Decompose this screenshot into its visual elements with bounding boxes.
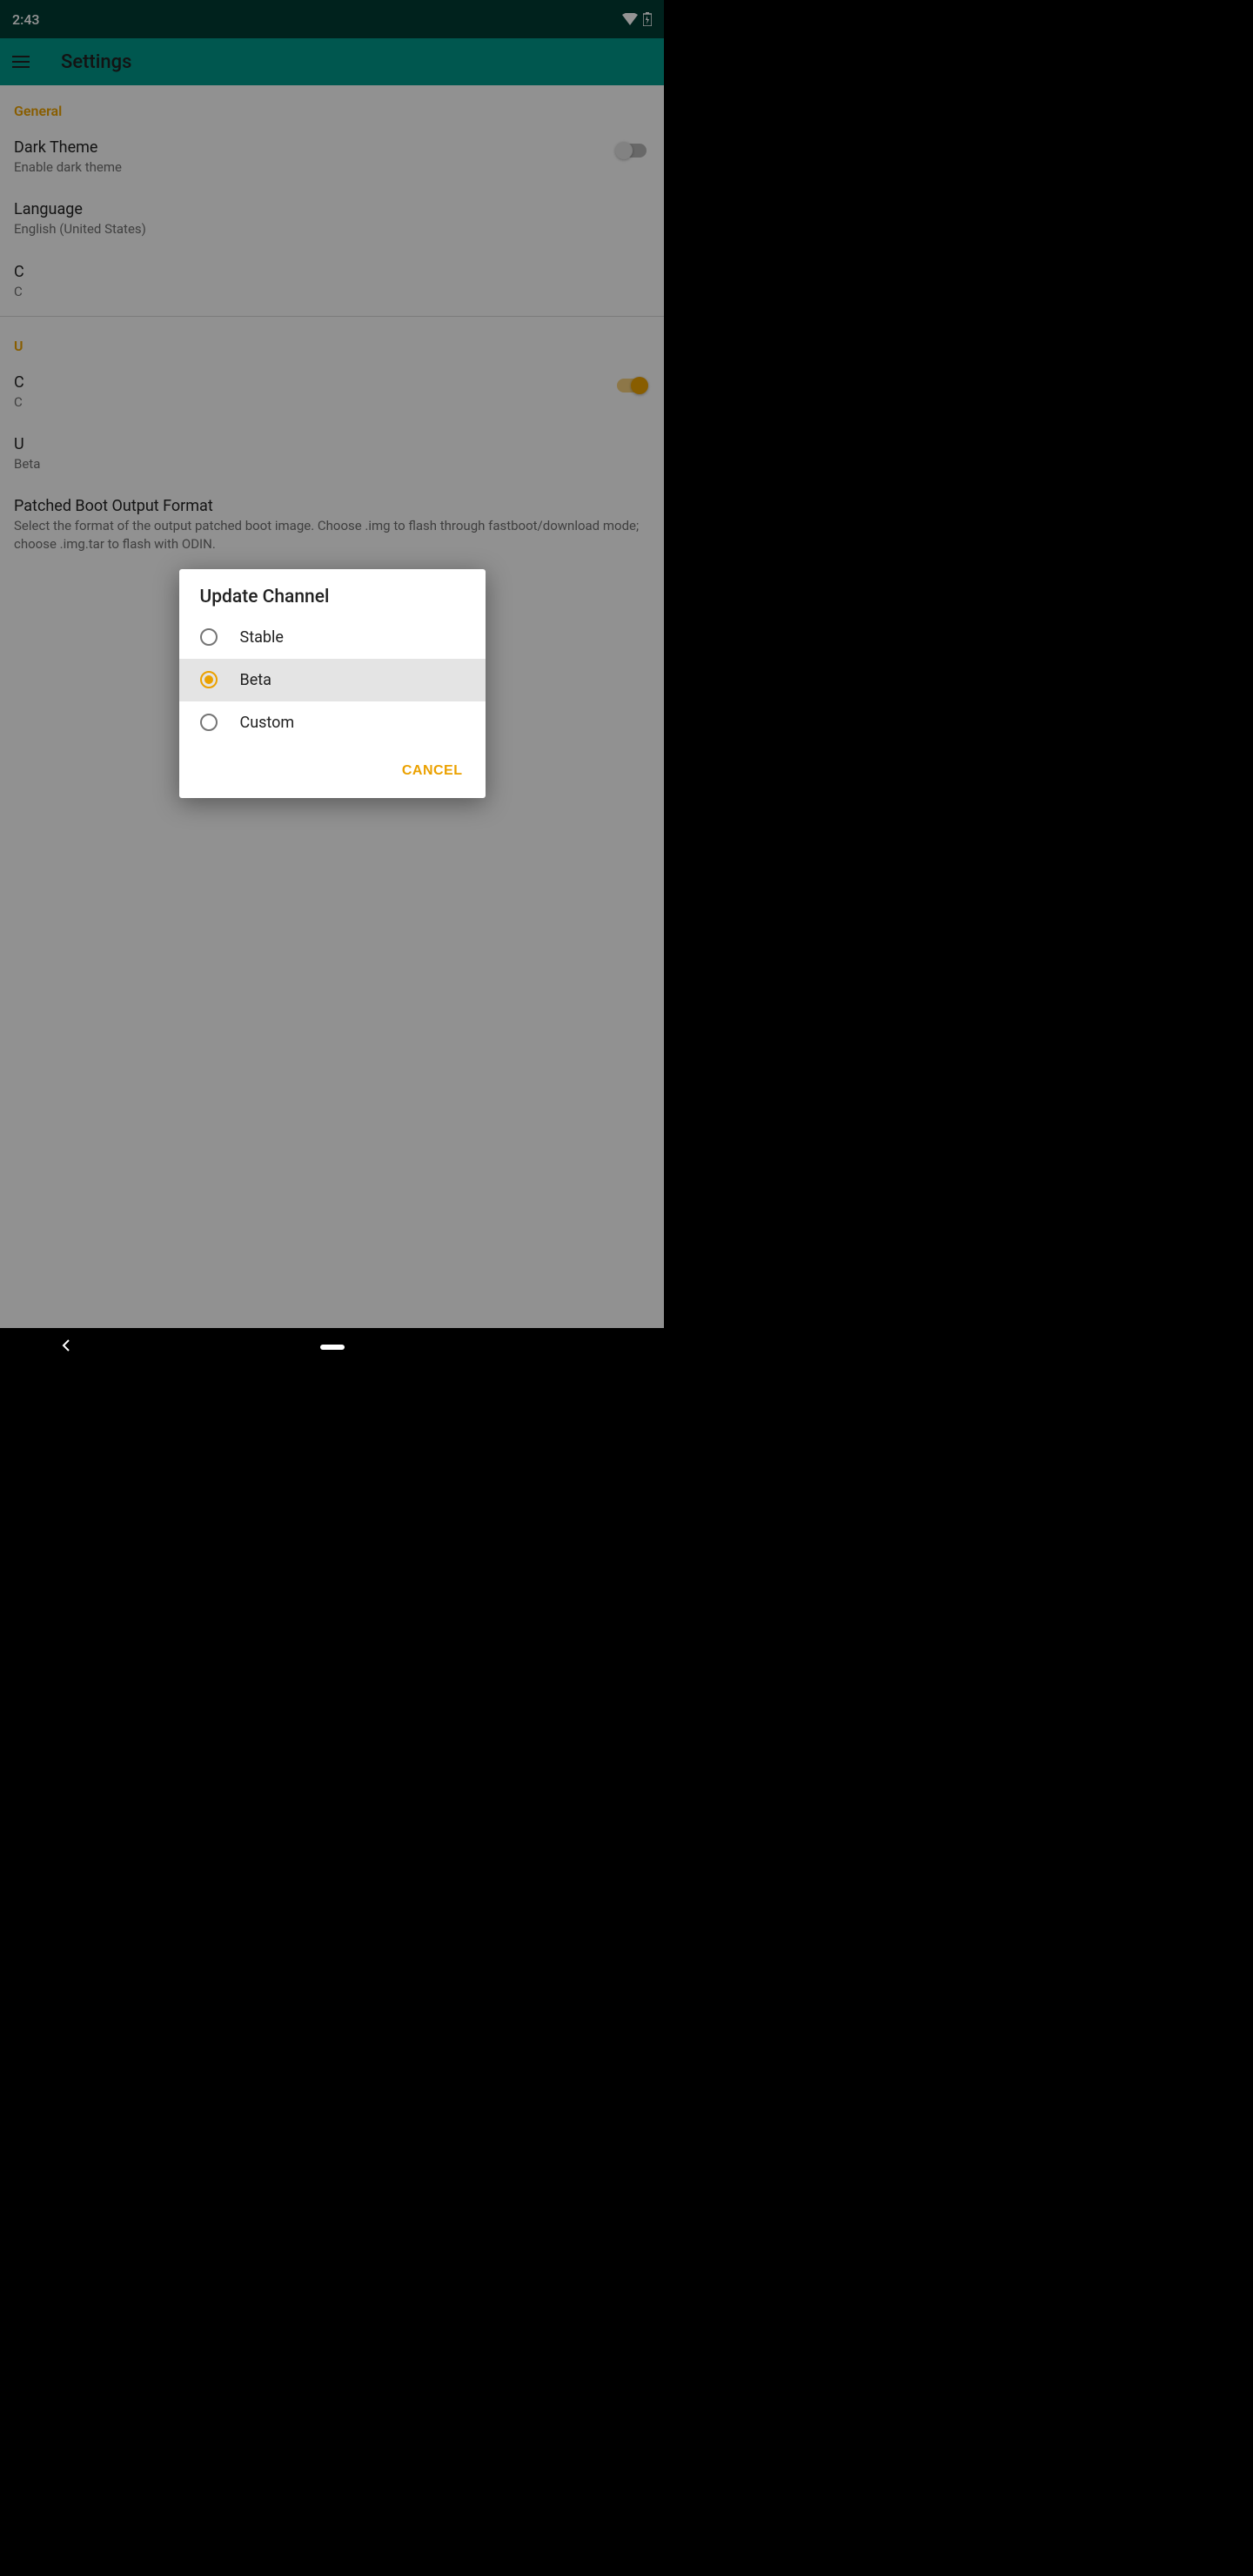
- dialog-title: Update Channel: [179, 569, 486, 616]
- back-icon[interactable]: [61, 1338, 71, 1356]
- option-label: Beta: [240, 671, 271, 689]
- cancel-button[interactable]: CANCEL: [395, 758, 470, 784]
- radio-checked-icon: [200, 671, 218, 688]
- navigation-bar: [0, 1328, 664, 1366]
- modal-overlay[interactable]: Update Channel Stable Beta Custom CANCEL: [0, 0, 664, 1366]
- update-channel-dialog: Update Channel Stable Beta Custom CANCEL: [179, 569, 486, 798]
- option-stable[interactable]: Stable: [179, 616, 486, 659]
- option-label: Custom: [240, 714, 295, 732]
- dialog-actions: CANCEL: [179, 744, 486, 798]
- option-label: Stable: [240, 628, 284, 647]
- home-indicator[interactable]: [320, 1345, 345, 1350]
- option-custom[interactable]: Custom: [179, 701, 486, 744]
- radio-icon: [200, 714, 218, 731]
- option-beta[interactable]: Beta: [179, 659, 486, 701]
- radio-icon: [200, 628, 218, 646]
